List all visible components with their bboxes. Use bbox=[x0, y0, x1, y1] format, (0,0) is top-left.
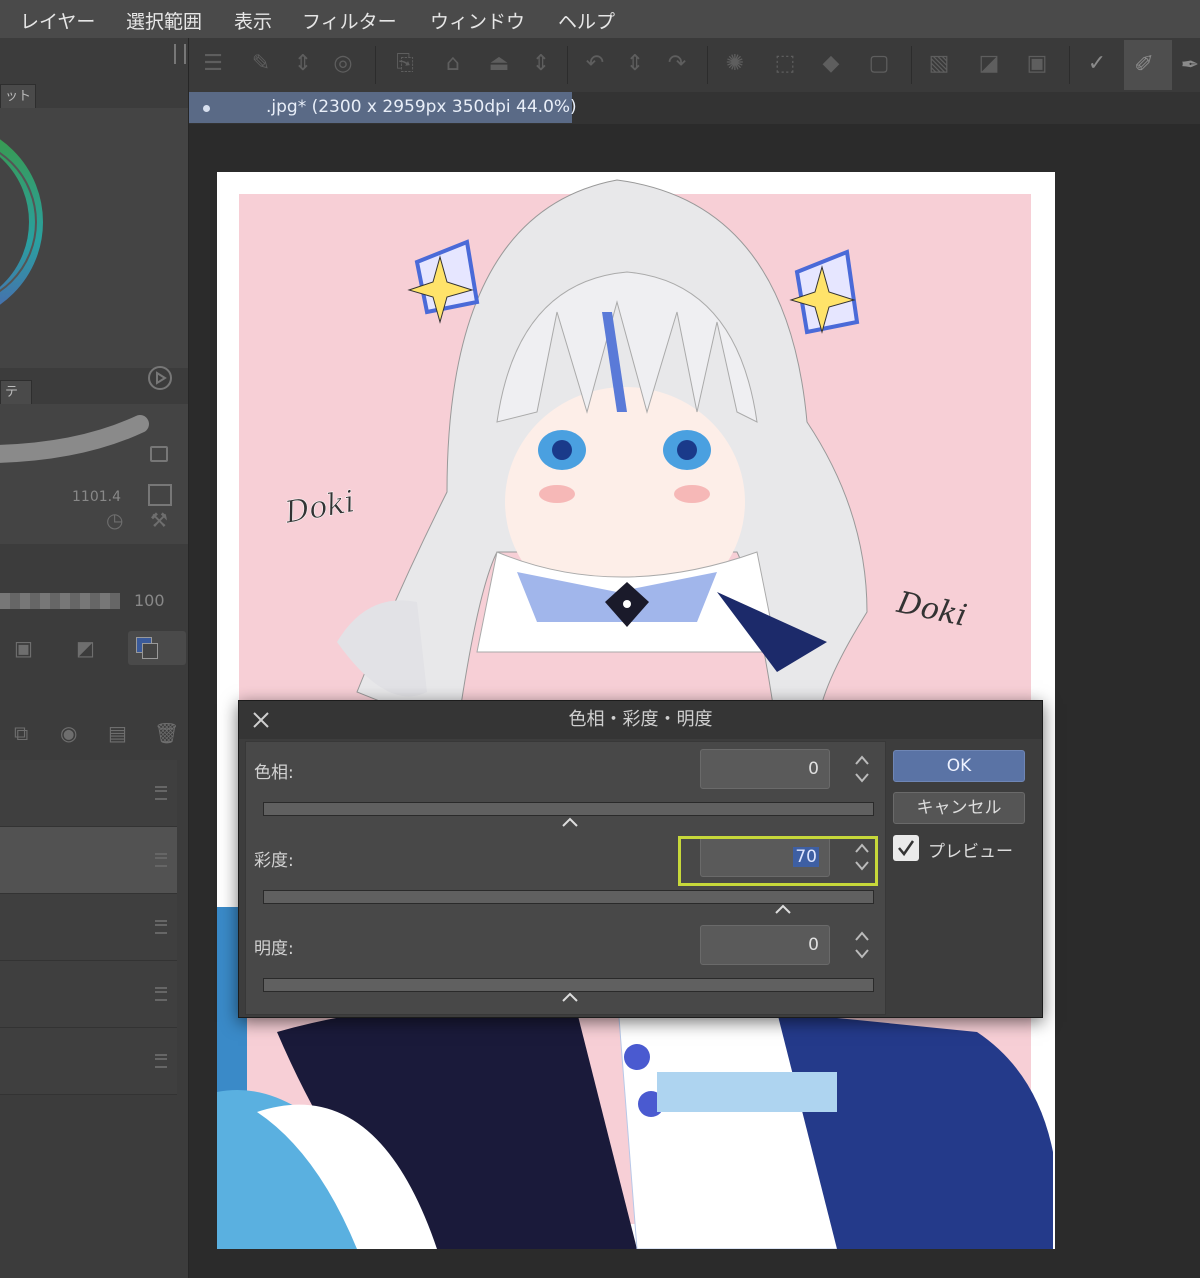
saturation-slider[interactable] bbox=[263, 890, 874, 904]
save-icon[interactable]: ⏏ bbox=[485, 50, 513, 78]
brush-tool-button[interactable]: ✐ bbox=[1124, 40, 1172, 90]
preview-checkbox[interactable] bbox=[893, 835, 919, 861]
ok-button[interactable]: OK bbox=[893, 750, 1025, 782]
saturation-focus-ring bbox=[678, 836, 878, 886]
menu-view[interactable]: 表示 bbox=[234, 7, 272, 34]
folder-icon[interactable]: ▤ bbox=[108, 721, 127, 745]
layer-row[interactable] bbox=[0, 1028, 177, 1095]
drag-handle-icon[interactable] bbox=[155, 786, 167, 800]
drag-handle-icon[interactable] bbox=[155, 1054, 167, 1068]
ruler-icon[interactable]: ▧ bbox=[925, 50, 953, 78]
layer-row[interactable] bbox=[0, 827, 177, 894]
frame-icon[interactable]: ▣ bbox=[1023, 50, 1051, 78]
color-mode-button[interactable] bbox=[128, 631, 186, 665]
wrench-icon[interactable]: ⚒ bbox=[150, 508, 168, 532]
panel-grip-icon[interactable] bbox=[174, 44, 186, 64]
new-file-icon[interactable]: ✎ bbox=[247, 50, 275, 78]
menu-icon[interactable]: ☰ bbox=[199, 50, 227, 78]
layer-row[interactable] bbox=[0, 894, 177, 961]
fill-icon[interactable]: ◆ bbox=[817, 50, 845, 78]
close-icon[interactable] bbox=[251, 710, 271, 730]
brightness-slider-handle-icon[interactable] bbox=[562, 992, 578, 1002]
loading-icon[interactable]: ✺ bbox=[721, 50, 749, 78]
hue-input[interactable]: 0 bbox=[700, 749, 830, 789]
trash-icon[interactable]: 🗑 bbox=[154, 721, 179, 745]
menu-bar: レイヤー 選択範囲 表示 フィルター ウィンドウ ヘルプ bbox=[0, 0, 1200, 38]
hue-slider[interactable] bbox=[263, 802, 874, 816]
crop-icon[interactable]: ▢ bbox=[865, 50, 893, 78]
command-bar: ☰ ✎ ⇕ ◎ ⎘ ⌂ ⏏ ⇕ ↶ ⇕ ↷ ✺ ⬚ ◆ ▢ ▧ ◪ ▣ ✓ bbox=[189, 38, 1200, 93]
tab-property[interactable]: ティ bbox=[0, 380, 32, 424]
redo-icon[interactable]: ↷ bbox=[663, 50, 691, 78]
menu-layer[interactable]: レイヤー bbox=[20, 7, 95, 34]
opacity-slider[interactable] bbox=[0, 593, 120, 609]
pen-icon[interactable]: ✒ bbox=[1176, 52, 1200, 80]
menu-help[interactable]: ヘルプ bbox=[558, 7, 615, 34]
menu-selection[interactable]: 選択範囲 bbox=[126, 7, 202, 34]
preview-label[interactable]: プレビュー bbox=[928, 837, 1013, 862]
color-wheel-icon[interactable] bbox=[0, 108, 188, 368]
open-file-icon[interactable]: ⎘ bbox=[391, 50, 419, 78]
color-panel: 55 255 255 bbox=[0, 108, 188, 426]
hue-saturation-dialog: 色相・彩度・明度 bbox=[238, 700, 1043, 1018]
document-tab-bar: .jpg* (2300 x 2959px 350dpi 44.0%) bbox=[189, 92, 1200, 124]
hue-slider-handle-icon[interactable] bbox=[562, 817, 578, 827]
hue-label: 色相: bbox=[254, 763, 294, 783]
brush-stroke-preview bbox=[0, 415, 149, 463]
property-panel: 1101.4 ◷ ⚒ bbox=[0, 404, 188, 544]
drag-handle-icon[interactable] bbox=[155, 853, 167, 867]
brightness-stepper-icon[interactable] bbox=[854, 930, 870, 960]
brush-size-value: 1101.4 bbox=[72, 489, 121, 505]
reference-icon[interactable]: ◩ bbox=[76, 636, 95, 660]
brush-icon: ✐ bbox=[1134, 50, 1155, 78]
color-play-icon[interactable] bbox=[147, 365, 173, 391]
edit-icon[interactable]: ✓ bbox=[1083, 50, 1111, 78]
brightness-label: 明度: bbox=[254, 939, 294, 959]
document-tab[interactable]: .jpg* (2300 x 2959px 350dpi 44.0%) bbox=[189, 92, 577, 123]
transform-icon[interactable]: ⬚ bbox=[771, 50, 799, 78]
left-panel: ット 55 255 255 ティ 1101.4 ◷ ⚒ 1 bbox=[0, 38, 189, 1278]
stopwatch-icon[interactable]: ◷ bbox=[106, 508, 123, 532]
tab-color[interactable]: ット bbox=[0, 84, 36, 109]
menu-window[interactable]: ウィンドウ bbox=[430, 7, 525, 34]
dialog-title: 色相・彩度・明度 bbox=[239, 701, 1042, 739]
document-tab-title: .jpg* (2300 x 2959px 350dpi 44.0%) bbox=[266, 97, 577, 117]
clip-icon[interactable]: ▣ bbox=[14, 636, 33, 660]
lock-icon[interactable] bbox=[150, 446, 168, 462]
drag-handle-icon[interactable] bbox=[155, 987, 167, 1001]
gradient-icon[interactable]: ◪ bbox=[975, 50, 1003, 78]
brightness-slider[interactable] bbox=[263, 978, 874, 992]
cancel-button[interactable]: キャンセル bbox=[893, 792, 1025, 824]
folder-open-icon[interactable]: ⌂ bbox=[439, 50, 467, 78]
up-down-icon[interactable]: ⇕ bbox=[621, 50, 649, 78]
saturation-slider-handle-icon[interactable] bbox=[775, 904, 791, 914]
new-layer-icon[interactable]: ⧉ bbox=[14, 721, 28, 745]
hue-stepper-icon[interactable] bbox=[854, 754, 870, 784]
check-icon bbox=[898, 840, 915, 857]
up-down-icon[interactable]: ⇕ bbox=[527, 50, 555, 78]
spiral-icon[interactable]: ◎ bbox=[329, 50, 357, 78]
up-down-icon[interactable]: ⇕ bbox=[289, 50, 317, 78]
mask-icon[interactable]: ◉ bbox=[60, 721, 77, 745]
layer-row[interactable] bbox=[0, 760, 177, 827]
modified-dot-icon bbox=[203, 105, 210, 112]
saturation-label: 彩度: bbox=[254, 851, 294, 871]
menu-filter[interactable]: フィルター bbox=[302, 7, 397, 34]
checkbox-icon[interactable] bbox=[148, 484, 172, 506]
undo-icon[interactable]: ↶ bbox=[581, 50, 609, 78]
drag-handle-icon[interactable] bbox=[155, 920, 167, 934]
opacity-value: 100 bbox=[134, 591, 165, 610]
layer-panel: 100 ▣ ◩ ⧉ ◉ ▤ 🗑 bbox=[0, 583, 188, 1278]
layer-row[interactable] bbox=[0, 961, 177, 1028]
brightness-input[interactable]: 0 bbox=[700, 925, 830, 965]
